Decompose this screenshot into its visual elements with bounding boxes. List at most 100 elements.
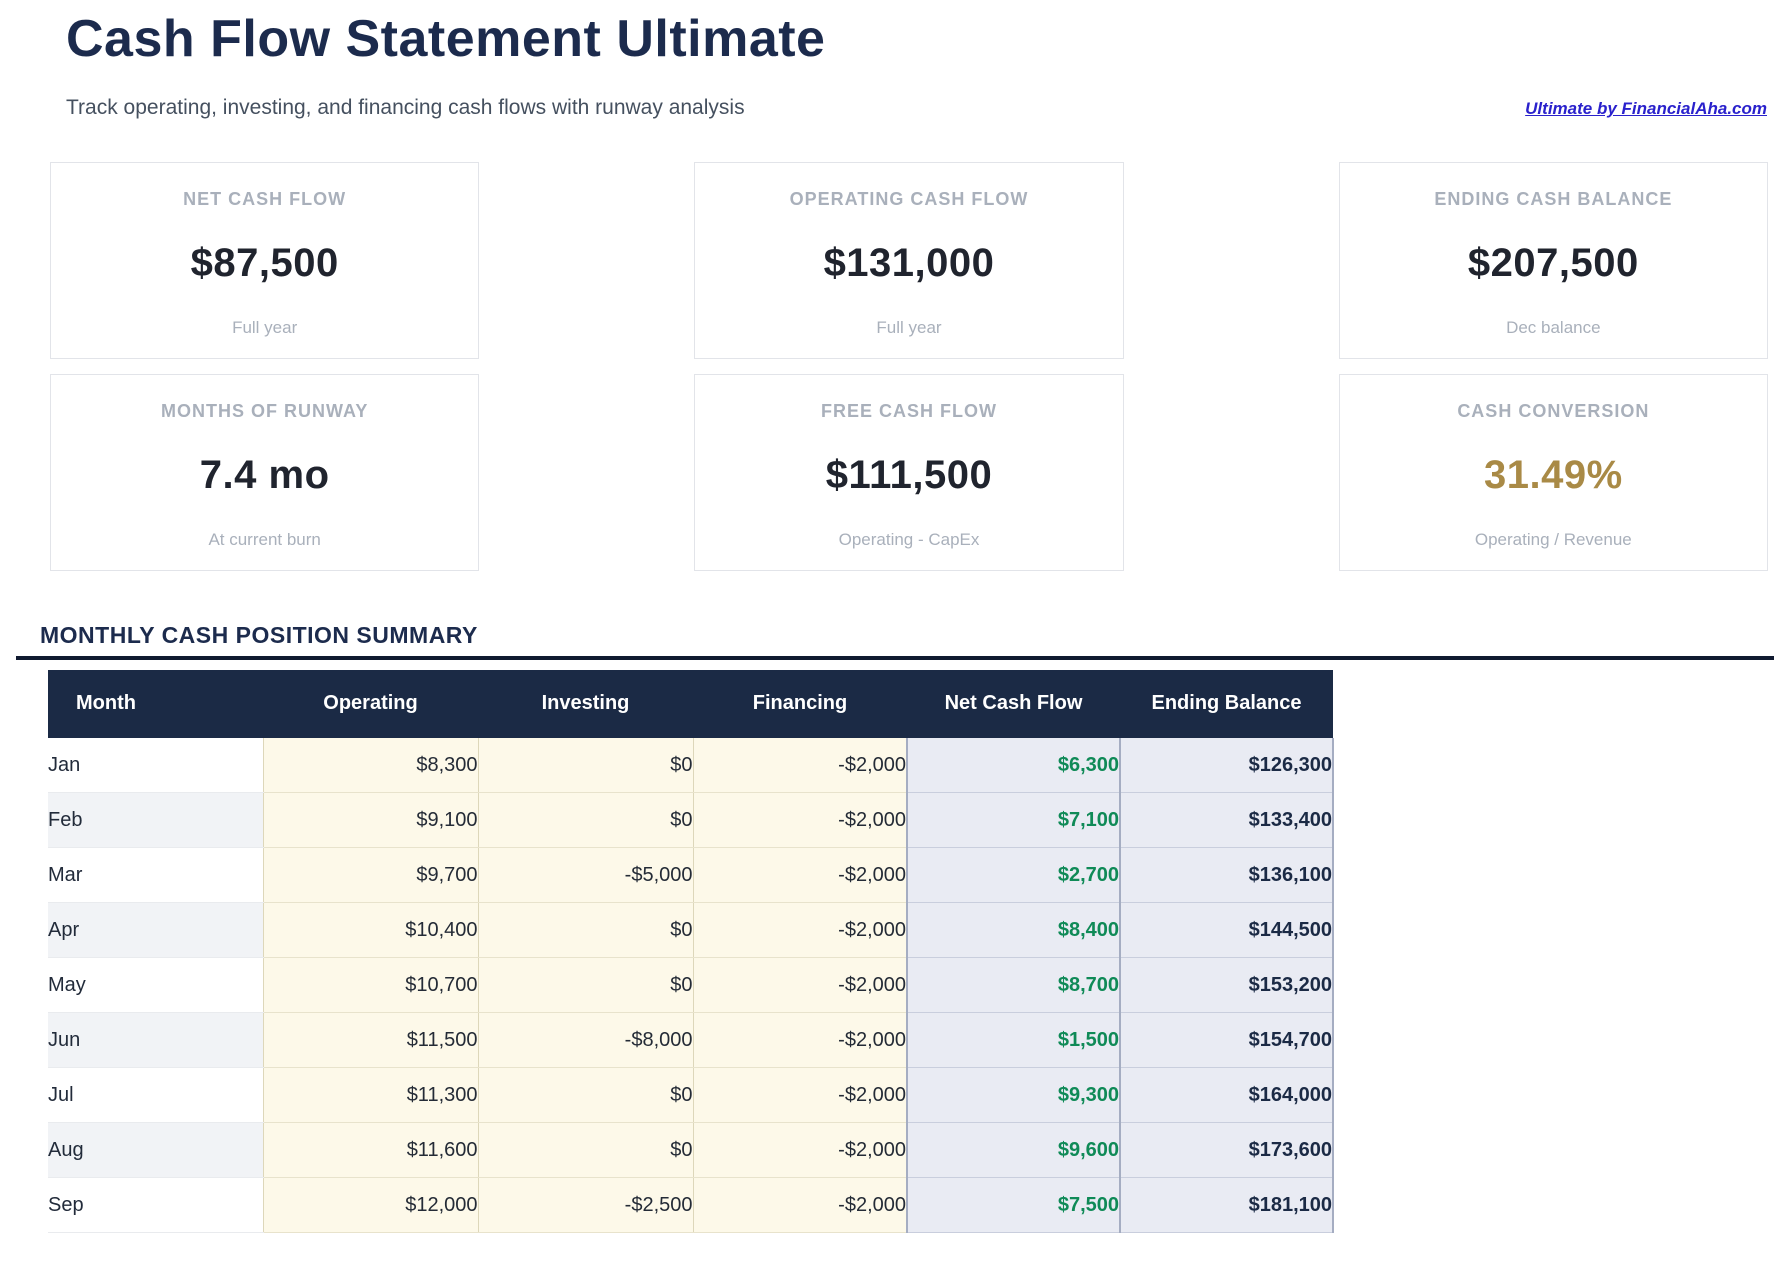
cash-position-table: Month Operating Investing Financing Net …: [48, 669, 1334, 1234]
cell-financing: -$2,000: [692, 1067, 907, 1124]
page-subtitle: Track operating, investing, and financin…: [66, 95, 745, 119]
cell-financing: -$2,000: [692, 792, 907, 849]
kpi-value: $111,500: [825, 453, 993, 498]
kpi-label: ENDING CASH BALANCE: [1434, 188, 1673, 209]
cell-financing: -$2,000: [692, 847, 907, 904]
kpi-card: NET CASH FLOW $87,500 Full year: [50, 161, 480, 359]
kpi-value: $207,500: [1467, 241, 1639, 286]
table-row: May $10,700 $0 -$2,000 $8,700 $153,200: [48, 957, 1334, 1014]
cell-operating: $9,100: [262, 792, 478, 849]
cell-month: Feb: [48, 792, 263, 849]
kpi-value: 7.4 mo: [199, 453, 330, 498]
cell-operating: $11,500: [262, 1012, 478, 1069]
brand-link[interactable]: Ultimate by FinancialAha.com: [1525, 99, 1767, 119]
cell-investing: $0: [477, 957, 693, 1014]
cell-operating: $8,300: [262, 737, 478, 794]
kpi-label: OPERATING CASH FLOW: [789, 188, 1029, 209]
cell-month: Apr: [48, 902, 263, 959]
column-header-financing: Financing: [693, 669, 907, 738]
cell-net-cash-flow: $1,500: [906, 1012, 1121, 1069]
table-row: Jun $11,500 -$8,000 -$2,000 $1,500 $154,…: [48, 1012, 1334, 1069]
kpi-caption: Full year: [876, 317, 942, 337]
cell-financing: -$2,000: [692, 1012, 907, 1069]
column-header-net-cash-flow: Net Cash Flow: [907, 669, 1120, 738]
cell-ending-balance: $133,400: [1120, 792, 1334, 849]
kpi-label: FREE CASH FLOW: [820, 400, 997, 421]
cell-month: Jul: [48, 1067, 263, 1124]
cell-ending-balance: $181,100: [1120, 1177, 1334, 1234]
table-row: Sep $12,000 -$2,500 -$2,000 $7,500 $181,…: [48, 1177, 1334, 1234]
cell-ending-balance: $154,700: [1120, 1012, 1334, 1069]
cell-ending-balance: $164,000: [1120, 1067, 1334, 1124]
kpi-value: 31.49%: [1483, 453, 1623, 498]
subheader: Track operating, investing, and financin…: [66, 96, 1767, 120]
kpi-value: $131,000: [823, 241, 995, 286]
cell-financing: -$2,000: [692, 902, 907, 959]
section-divider: [16, 655, 1774, 660]
cell-net-cash-flow: $9,600: [906, 1122, 1121, 1179]
cell-investing: -$2,500: [477, 1177, 693, 1234]
kpi-caption: At current burn: [208, 529, 321, 549]
kpi-label: MONTHS OF RUNWAY: [160, 400, 369, 421]
table-row: Feb $9,100 $0 -$2,000 $7,100 $133,400: [48, 792, 1334, 849]
kpi-caption: Full year: [232, 317, 298, 337]
table-body: Jan $8,300 $0 -$2,000 $6,300 $126,300 Fe…: [48, 737, 1334, 1234]
cell-financing: -$2,000: [692, 1122, 907, 1179]
table-row: Mar $9,700 -$5,000 -$2,000 $2,700 $136,1…: [48, 847, 1334, 904]
cell-net-cash-flow: $8,700: [906, 957, 1121, 1014]
kpi-card: OPERATING CASH FLOW $131,000 Full year: [694, 161, 1124, 359]
page-title: Cash Flow Statement Ultimate: [66, 10, 826, 68]
cell-financing: -$2,000: [692, 1177, 907, 1234]
cell-ending-balance: $126,300: [1120, 737, 1334, 794]
table-row: Jul $11,300 $0 -$2,000 $9,300 $164,000: [48, 1067, 1334, 1124]
kpi-card: FREE CASH FLOW $111,500 Operating - CapE…: [694, 373, 1124, 571]
kpi-caption: Operating / Revenue: [1474, 529, 1632, 549]
cell-month: Aug: [48, 1122, 263, 1179]
cell-net-cash-flow: $7,500: [906, 1177, 1121, 1234]
cell-investing: $0: [477, 902, 693, 959]
cell-ending-balance: $136,100: [1120, 847, 1334, 904]
cell-investing: -$5,000: [477, 847, 693, 904]
kpi-label: CASH CONVERSION: [1457, 400, 1650, 421]
cell-operating: $11,300: [262, 1067, 478, 1124]
column-header-operating: Operating: [263, 669, 478, 738]
cell-investing: $0: [477, 737, 693, 794]
cell-month: Mar: [48, 847, 263, 904]
cell-month: Jan: [48, 737, 263, 794]
table-row: Aug $11,600 $0 -$2,000 $9,600 $173,600: [48, 1122, 1334, 1179]
cell-net-cash-flow: $8,400: [906, 902, 1121, 959]
cell-investing: $0: [477, 792, 693, 849]
cell-month: Sep: [48, 1177, 263, 1234]
cell-investing: -$8,000: [477, 1012, 693, 1069]
cell-month: May: [48, 957, 263, 1014]
cell-operating: $12,000: [262, 1177, 478, 1234]
column-header-ending-balance: Ending Balance: [1120, 669, 1333, 738]
cell-net-cash-flow: $7,100: [906, 792, 1121, 849]
cell-ending-balance: $173,600: [1120, 1122, 1334, 1179]
cell-ending-balance: $153,200: [1120, 957, 1334, 1014]
cell-financing: -$2,000: [692, 957, 907, 1014]
kpi-value: $87,500: [190, 241, 339, 286]
cell-ending-balance: $144,500: [1120, 902, 1334, 959]
cell-month: Jun: [48, 1012, 263, 1069]
section-title: MONTHLY CASH POSITION SUMMARY: [40, 621, 478, 648]
cell-investing: $0: [477, 1122, 693, 1179]
cell-operating: $9,700: [262, 847, 478, 904]
column-header-month: Month: [48, 669, 263, 738]
kpi-label: NET CASH FLOW: [183, 188, 347, 209]
cell-net-cash-flow: $2,700: [906, 847, 1121, 904]
cell-operating: $10,700: [262, 957, 478, 1014]
kpi-card: CASH CONVERSION 31.49% Operating / Reven…: [1338, 373, 1768, 571]
cell-net-cash-flow: $9,300: [906, 1067, 1121, 1124]
cell-operating: $11,600: [262, 1122, 478, 1179]
table-row: Jan $8,300 $0 -$2,000 $6,300 $126,300: [48, 737, 1334, 794]
kpi-caption: Operating - CapEx: [838, 529, 980, 549]
column-header-investing: Investing: [478, 669, 693, 738]
kpi-card: MONTHS OF RUNWAY 7.4 mo At current burn: [50, 373, 480, 571]
cell-operating: $10,400: [262, 902, 478, 959]
cell-financing: -$2,000: [692, 737, 907, 794]
kpi-card: ENDING CASH BALANCE $207,500 Dec balance: [1338, 161, 1768, 359]
table-header-row: Month Operating Investing Financing Net …: [48, 669, 1333, 738]
kpi-grid: NET CASH FLOW $87,500 Full year OPERATIN…: [50, 161, 1768, 571]
cell-investing: $0: [477, 1067, 693, 1124]
